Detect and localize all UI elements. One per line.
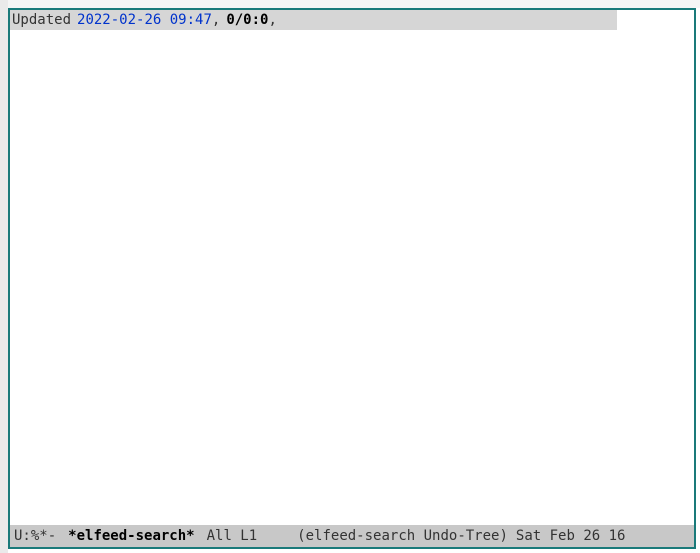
left-desktop-strip bbox=[0, 0, 8, 553]
active-modes: (elfeed-search Undo-Tree) bbox=[297, 525, 516, 547]
buffer-name: *elfeed-search* bbox=[68, 525, 206, 547]
elfeed-search-buffer[interactable] bbox=[10, 30, 694, 525]
buffer-position: All L1 bbox=[207, 525, 298, 547]
window-title-bar bbox=[8, 0, 700, 8]
emacs-frame: Updated 2022-02-26 09:47 , 0/0:0 , U:%*-… bbox=[8, 8, 696, 549]
elfeed-header-line: Updated 2022-02-26 09:47 , 0/0:0 , bbox=[10, 10, 694, 30]
separator-comma: , bbox=[212, 10, 220, 30]
header-tail-highlight bbox=[277, 10, 617, 30]
mode-line-datetime: Sat Feb 26 16 bbox=[516, 525, 626, 547]
updated-label: Updated bbox=[10, 10, 71, 30]
entry-counts: 0/0:0 bbox=[220, 10, 268, 30]
mode-line: U:%*- *elfeed-search* All L1 (elfeed-sea… bbox=[10, 525, 694, 547]
buffer-status: U:%*- bbox=[10, 525, 68, 547]
separator-comma: , bbox=[268, 10, 276, 30]
updated-timestamp: 2022-02-26 09:47 bbox=[71, 10, 212, 30]
